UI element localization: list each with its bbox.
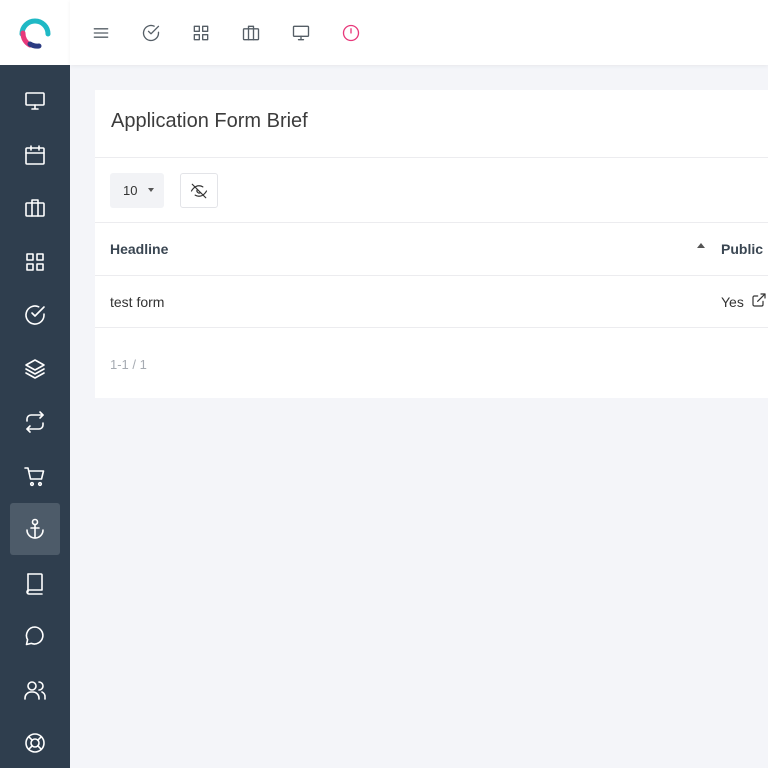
cell-headline[interactable]: test form <box>110 294 164 310</box>
chevron-down-icon <box>148 188 154 192</box>
check-circle-icon <box>25 305 45 325</box>
monitor-icon <box>25 92 45 110</box>
grid-icon[interactable] <box>186 18 216 48</box>
eye-off-icon <box>190 183 208 198</box>
sidebar-item-grid[interactable] <box>10 236 60 288</box>
sidebar-item-book[interactable] <box>10 557 60 609</box>
sidebar-item-help[interactable] <box>10 717 60 768</box>
sidebar-item-anchor[interactable] <box>10 503 60 555</box>
page-title: Application Form Brief <box>111 110 308 132</box>
sort-asc-icon[interactable] <box>697 243 705 248</box>
per-page-value: 10 <box>123 183 138 198</box>
cell-public: Yes <box>721 294 744 310</box>
sidebar-item-layers[interactable] <box>10 343 60 395</box>
toggle-columns-button[interactable] <box>180 173 218 208</box>
forms-card: Application Form Brief 10 Headline Publi… <box>95 90 768 398</box>
cart-icon <box>24 467 45 487</box>
layers-icon <box>25 359 45 379</box>
sidebar-item-briefcase[interactable] <box>10 182 60 234</box>
chat-icon <box>25 626 44 646</box>
clock-icon[interactable] <box>336 18 366 48</box>
repeat-icon <box>26 411 44 433</box>
briefcase-icon <box>25 199 45 217</box>
book-icon <box>26 573 43 595</box>
grid-icon <box>26 253 44 271</box>
briefcase-icon[interactable] <box>236 18 266 48</box>
divider <box>95 222 768 223</box>
sidebar-item-repeat[interactable] <box>10 396 60 448</box>
sidebar-item-calendar[interactable] <box>10 129 60 181</box>
divider <box>95 327 768 328</box>
divider <box>95 157 768 158</box>
sidebar <box>0 65 70 768</box>
top-toolbar <box>70 0 768 65</box>
sidebar-item-cart[interactable] <box>10 450 60 502</box>
calendar-icon <box>25 145 45 165</box>
per-page-select[interactable]: 10 <box>110 173 164 208</box>
column-header-public[interactable]: Public <box>721 241 763 257</box>
check-circle-icon[interactable] <box>136 18 166 48</box>
lifebuoy-icon <box>25 733 45 753</box>
users-icon <box>24 681 46 700</box>
app-logo[interactable] <box>0 0 70 65</box>
sidebar-item-monitor[interactable] <box>10 75 60 127</box>
menu-icon[interactable] <box>86 18 116 48</box>
sidebar-item-tasks[interactable] <box>10 289 60 341</box>
logo-icon <box>19 18 51 49</box>
sidebar-item-chat[interactable] <box>10 610 60 662</box>
anchor-icon <box>26 518 44 539</box>
monitor-icon[interactable] <box>286 18 316 48</box>
external-link-icon[interactable] <box>751 292 767 308</box>
sidebar-item-users[interactable] <box>10 664 60 716</box>
pagination-info: 1-1 / 1 <box>110 357 147 372</box>
divider <box>95 275 768 276</box>
column-header-headline[interactable]: Headline <box>110 241 168 257</box>
